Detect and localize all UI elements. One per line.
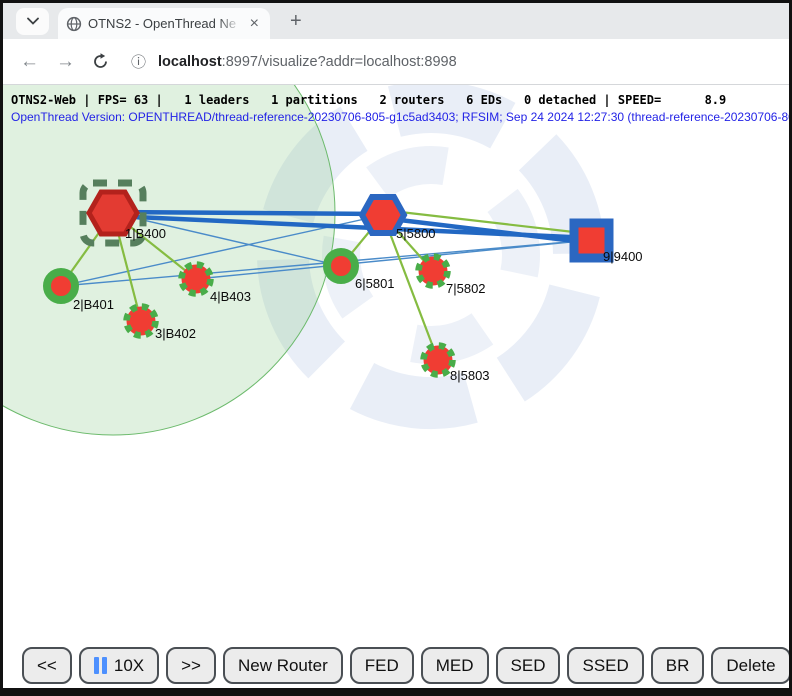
br-button[interactable]: BR [651, 647, 705, 684]
status-bar: OTNS2-Web | FPS= 63 | 1 leaders 1 partit… [11, 93, 726, 107]
tab-search-button[interactable] [16, 8, 49, 35]
node-sed-3[interactable] [127, 307, 156, 336]
chevron-down-icon [27, 17, 39, 25]
pause-icon [94, 657, 107, 674]
node-ed-6[interactable] [327, 252, 355, 280]
sed-button[interactable]: SED [496, 647, 561, 684]
link-1-5 [113, 212, 383, 214]
fed-button[interactable]: FED [350, 647, 414, 684]
ssed-button[interactable]: SSED [567, 647, 643, 684]
url-host: localhost [158, 54, 222, 70]
radio-range-circle [3, 85, 335, 435]
back-icon[interactable]: ← [20, 52, 39, 71]
browser-window: OTNS2 - OpenThread Ne × + ← → ⓘ localhos… [3, 3, 789, 688]
node-label: 9|9400 [603, 249, 643, 264]
delete-button[interactable]: Delete [711, 647, 789, 684]
url-text[interactable]: localhost:8997/visualize?addr=localhost:… [158, 54, 457, 70]
forward-icon[interactable]: → [56, 52, 75, 71]
node-label: 1|B400 [125, 226, 166, 241]
info-icon[interactable]: ⓘ [131, 51, 146, 72]
reload-icon[interactable] [92, 53, 109, 70]
pause-speed-button[interactable]: 10X [79, 647, 159, 684]
med-button[interactable]: MED [421, 647, 489, 684]
node-label: 3|B402 [155, 326, 196, 341]
node-label: 6|5801 [355, 276, 395, 291]
address-bar[interactable]: ⓘ localhost:8997/visualize?addr=localhos… [131, 51, 457, 72]
new-tab-icon[interactable]: + [282, 9, 310, 33]
node-label: 5|5800 [396, 226, 436, 241]
node-label: 2|B401 [73, 297, 114, 312]
navigation-bar: ← → ⓘ localhost:8997/visualize?addr=loca… [3, 39, 789, 85]
node-sed-7[interactable] [419, 257, 448, 286]
node-sed-4[interactable] [182, 265, 211, 294]
browser-tab[interactable]: OTNS2 - OpenThread Ne × [58, 8, 270, 39]
simulation-canvas[interactable]: OTNS2-Web | FPS= 63 | 1 leaders 1 partit… [3, 85, 789, 688]
openthread-version-text: OpenThread Version: OPENTHREAD/thread-re… [11, 110, 789, 124]
speed-up-button[interactable]: >> [166, 647, 216, 684]
node-ed-2[interactable] [47, 272, 75, 300]
node-label: 4|B403 [210, 289, 251, 304]
url-path: :8997/visualize?addr=localhost:8998 [222, 54, 457, 70]
node-label: 8|5803 [450, 368, 490, 383]
globe-icon [66, 16, 82, 32]
node-sed-8[interactable] [424, 346, 453, 375]
tab-strip: OTNS2 - OpenThread Ne × + [3, 3, 789, 39]
node-label: 7|5802 [446, 281, 486, 296]
new-router-button[interactable]: New Router [223, 647, 343, 684]
tab-title: OTNS2 - OpenThread Ne [88, 16, 241, 31]
close-icon[interactable]: × [247, 16, 262, 32]
speed-down-button[interactable]: << [22, 647, 72, 684]
simulator-toolbar: << 10X >> New Router FED MED SED SSED BR… [22, 647, 789, 684]
